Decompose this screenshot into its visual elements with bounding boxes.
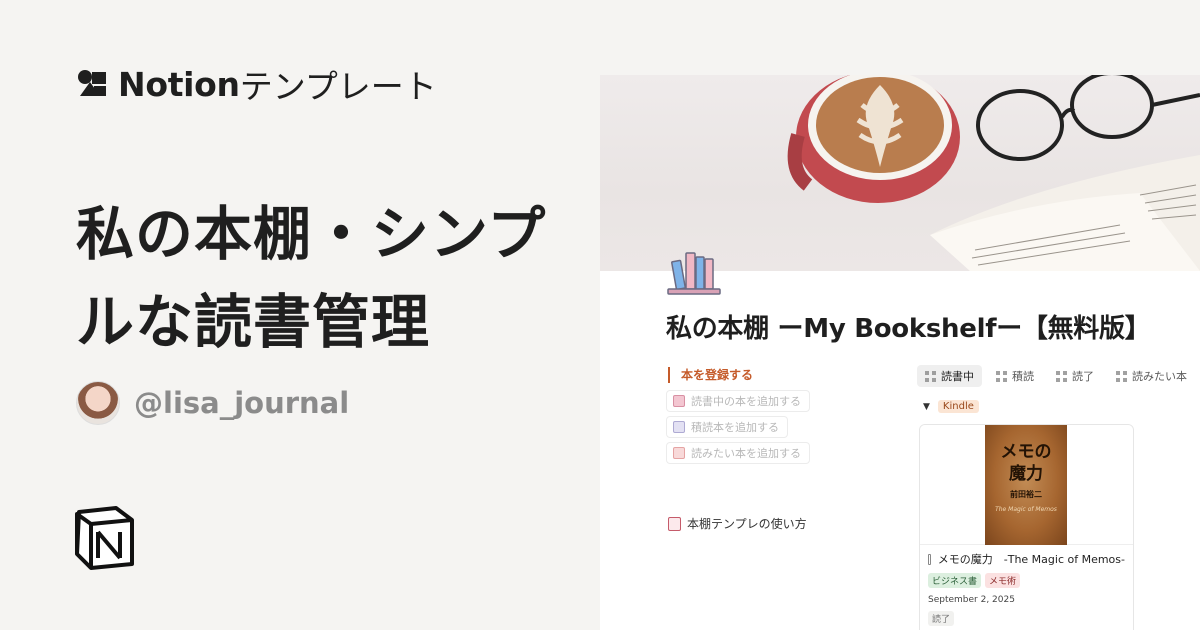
tab-want-to-read[interactable]: 読みたい本 — [1108, 365, 1195, 387]
template-howto-link[interactable]: 本棚テンプレの使い方 — [668, 515, 807, 532]
coffee-book-glasses-photo — [787, 75, 1200, 271]
tab-reading[interactable]: 読書中 — [917, 365, 982, 387]
status-badge: 読了 — [928, 611, 955, 626]
tab-label: 読了 — [1072, 370, 1094, 383]
notion-logo-icon — [75, 506, 134, 570]
page-title: 私の本棚 ーMy Bookshelfー【無料版】 — [666, 314, 1151, 344]
book-cover-title: メモの 魔力 — [1000, 442, 1052, 484]
add-reading-book-button[interactable]: 読書中の本を追加する — [666, 390, 810, 412]
howto-label: 本棚テンプレの使い方 — [687, 517, 807, 531]
author-handle: @lisa_journal — [134, 386, 350, 420]
card-tags: ビジネス書 メモ術 — [928, 573, 1125, 588]
card-date: September 2, 2025 — [928, 595, 1015, 605]
tab-finished[interactable]: 読了 — [1048, 365, 1102, 387]
avatar — [76, 381, 120, 425]
shapes-logo-icon — [78, 70, 106, 96]
caret-down-icon[interactable]: ▼ — [923, 402, 930, 412]
card-body: メモの魔力 -The Magic of Memos- ビジネス書 メモ術 Sep… — [920, 545, 1133, 630]
add-want-to-read-button[interactable]: 読みたい本を追加する — [666, 442, 810, 464]
book-card[interactable]: メモの 魔力 前田裕二 The Magic of Memos メモの魔力 -Th… — [919, 424, 1134, 630]
card-title: メモの魔力 -The Magic of Memos- — [928, 551, 1125, 567]
tab-label: 積読 — [1012, 370, 1034, 383]
headline: 私の本棚・シンプルな読書管理 — [76, 200, 547, 356]
add-tsundoku-book-label: 積読本を追加する — [691, 421, 779, 434]
clipboard-icon — [668, 516, 681, 531]
register-books-heading: 本を登録する — [668, 367, 753, 383]
book-cover-image: メモの 魔力 前田裕二 The Magic of Memos — [985, 425, 1067, 545]
book-icon — [673, 447, 685, 459]
group-tag: Kindle — [937, 400, 979, 413]
brand-header: Notion テンプレート — [76, 60, 437, 108]
tab-label: 読みたい本 — [1132, 370, 1187, 383]
gallery-view-icon — [996, 370, 1007, 382]
book-icon — [673, 421, 685, 433]
notion-page-preview: 私の本棚 ーMy Bookshelfー【無料版】 本を登録する 読書中の本を追加… — [600, 75, 1200, 630]
bookshelf-icon — [667, 252, 721, 295]
add-reading-book-label: 読書中の本を追加する — [691, 395, 801, 408]
book-icon — [673, 395, 685, 407]
page-icon — [928, 553, 931, 565]
gallery-view-icon — [1116, 370, 1127, 382]
tag-memo: メモ術 — [985, 573, 1021, 588]
view-tabs: 読書中 積読 読了 読みたい本 — [917, 365, 1195, 387]
page-cover-image — [600, 75, 1200, 271]
brand-suffix: テンプレート — [239, 67, 437, 106]
brand-name: Notion — [118, 64, 240, 104]
tag-business: ビジネス書 — [928, 573, 982, 588]
card-title-text: メモの魔力 -The Magic of Memos- — [937, 553, 1125, 566]
gallery-view-icon — [1056, 370, 1067, 382]
gallery-view-icon — [925, 370, 936, 382]
tab-tsundoku[interactable]: 積読 — [988, 365, 1042, 387]
group-header-kindle[interactable]: ▼ Kindle — [923, 400, 979, 413]
book-cover-author: 前田裕二 — [1010, 490, 1042, 499]
book-cover-subtitle: The Magic of Memos — [995, 506, 1057, 513]
add-tsundoku-book-button[interactable]: 積読本を追加する — [666, 416, 788, 438]
tab-label: 読書中 — [941, 370, 974, 383]
add-want-to-read-label: 読みたい本を追加する — [691, 447, 801, 460]
card-cover: メモの 魔力 前田裕二 The Magic of Memos — [920, 425, 1133, 545]
author: @lisa_journal — [76, 381, 349, 425]
